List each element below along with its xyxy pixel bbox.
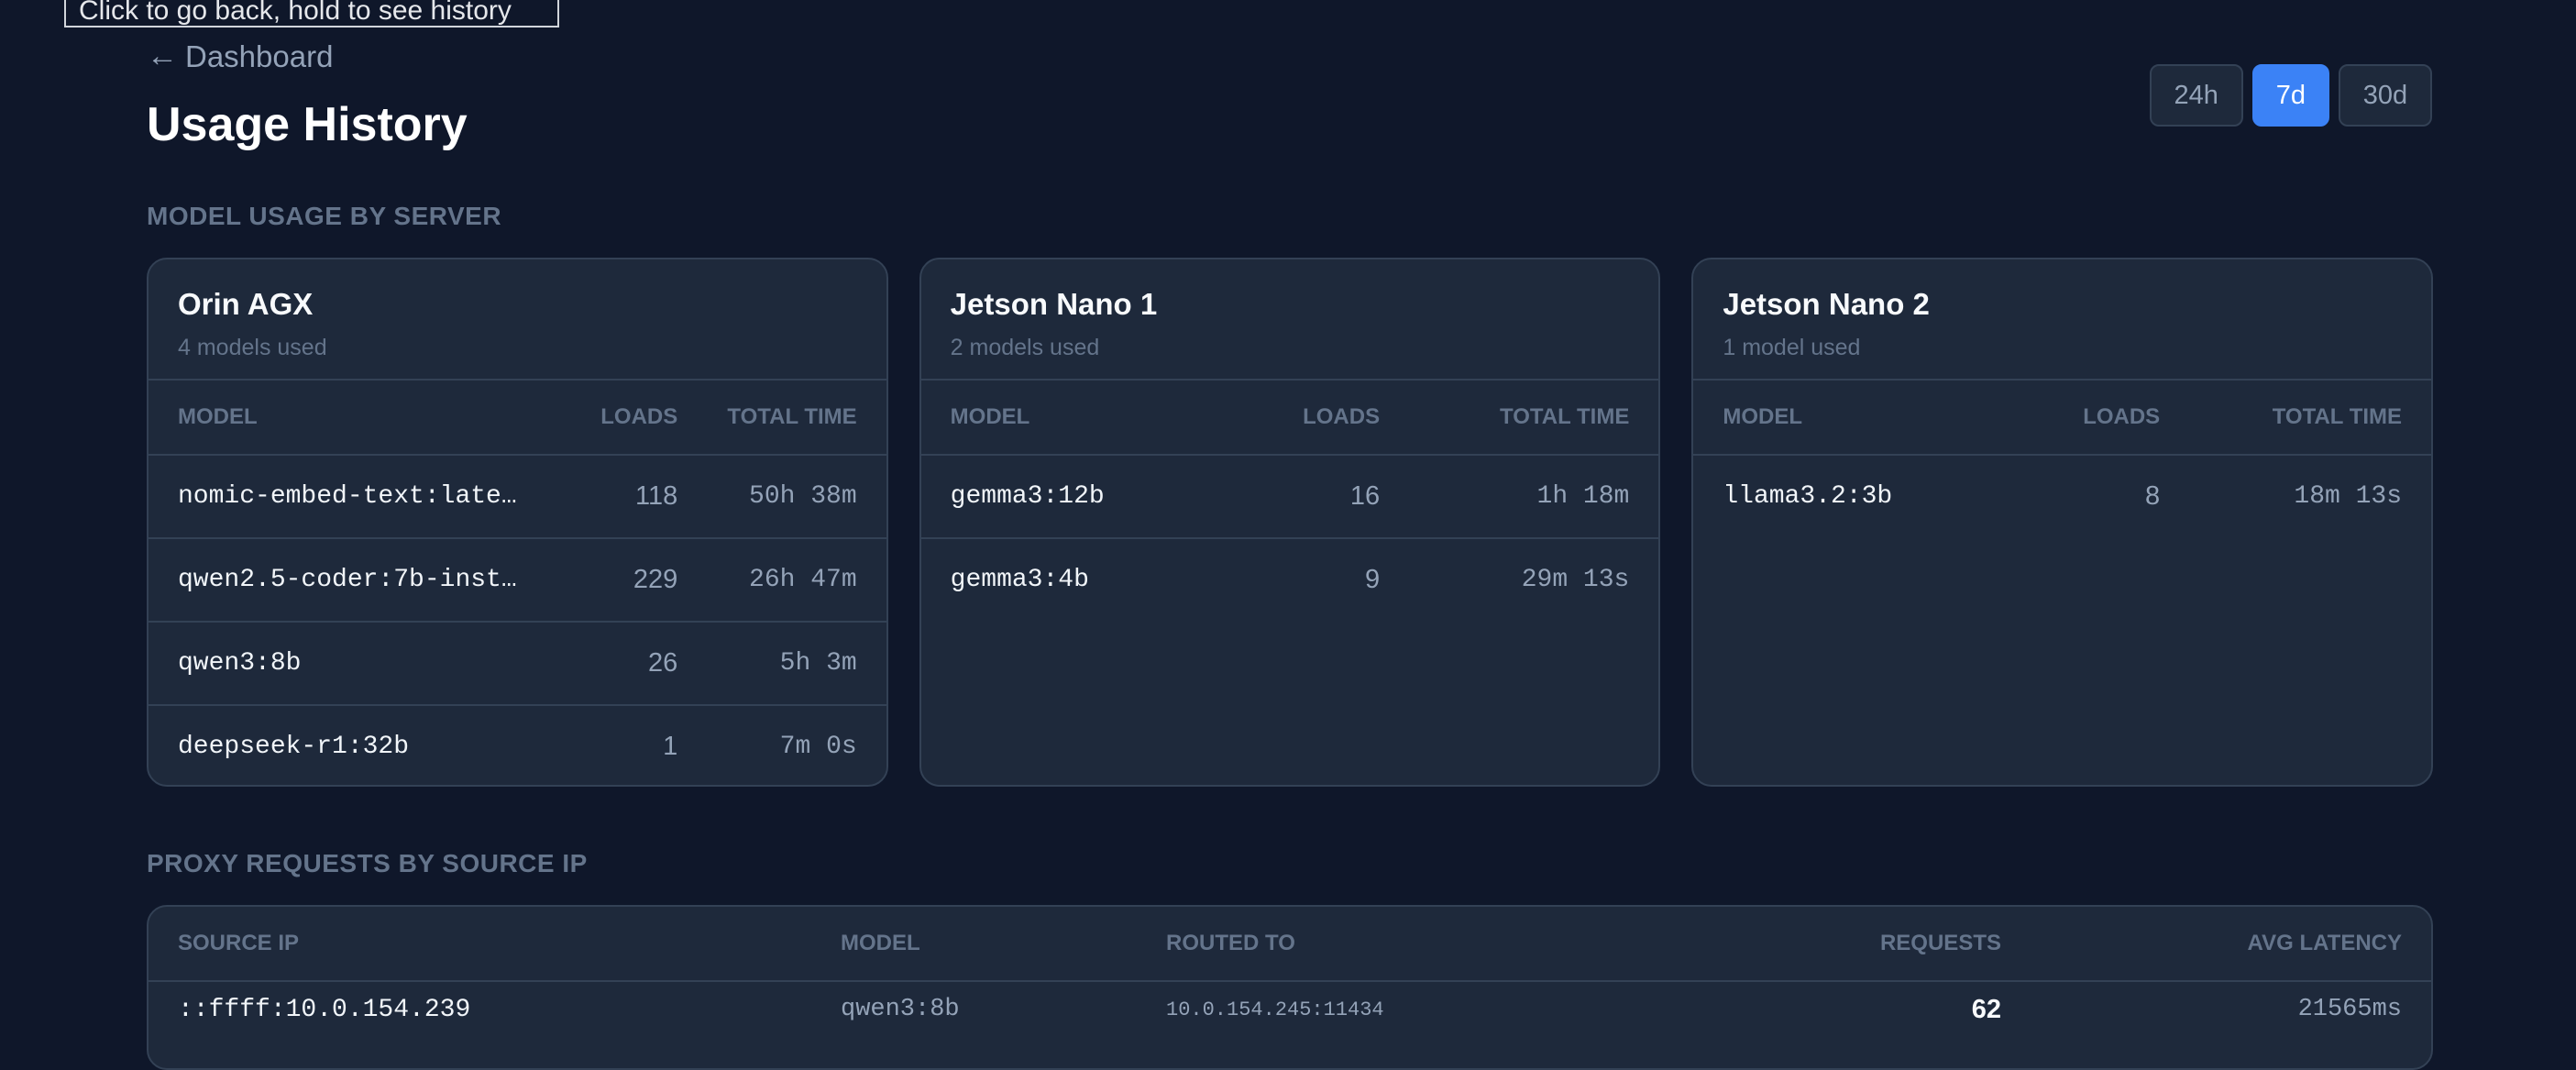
range-button-30d[interactable]: 30d — [2339, 64, 2432, 127]
model-name: llama3.2:3b — [1723, 482, 1893, 511]
proxy-requests-table: SOURCE IP MODEL ROUTED TO REQUESTS AVG L… — [149, 907, 2431, 1037]
server-card-jetson-nano-2: Jetson Nano 2 1 model used MODEL LOADS T… — [1691, 258, 2434, 787]
table-row: qwen3:8b 26 5h 3m — [149, 622, 886, 706]
table-header-row: MODEL LOADS TOTAL TIME — [920, 381, 1659, 456]
model-name: deepseek-r1:32b — [178, 733, 410, 761]
column-header-model: MODEL — [1693, 381, 2009, 456]
model-loads: 9 — [1364, 565, 1381, 594]
model-name: gemma3:12b — [920, 455, 1224, 539]
column-header-model: MODEL — [811, 907, 1137, 982]
table-row: deepseek-r1:32b 1 7m 0s — [149, 705, 886, 785]
model-loads: 26 — [565, 622, 689, 706]
column-header-loads: LOADS — [2009, 381, 2172, 456]
table-row: qwen2.5-coder:7b-inst… 229 26h 47m — [149, 538, 886, 623]
column-header-loads: LOADS — [565, 381, 689, 456]
model-loads: 1 — [663, 732, 678, 761]
arrow-left-icon: ← — [147, 39, 178, 73]
column-header-source-ip: SOURCE IP — [149, 907, 811, 982]
back-tooltip: Click to go back, hold to see history — [64, 0, 559, 28]
model-loads: 8 — [2145, 481, 2161, 511]
table-header-row: MODEL LOADS TOTAL TIME — [149, 381, 886, 456]
model-total-time: 26h 47m — [688, 538, 886, 623]
time-range-selector: 24h 7d 30d — [2149, 64, 2432, 127]
model-loads: 118 — [565, 455, 689, 539]
server-name: Jetson Nano 1 — [950, 287, 1158, 321]
model-total-time: 18m 13s — [2294, 482, 2403, 511]
column-header-total-time: TOTAL TIME — [2171, 381, 2432, 456]
model-name: nomic-embed-text:late… — [149, 455, 566, 539]
column-header-routed-to: ROUTED TO — [1137, 907, 1618, 982]
server-name: Jetson Nano 2 — [1723, 287, 1930, 321]
model-usage-section-label: MODEL USAGE BY SERVER — [147, 202, 502, 230]
table-row: ::ffff:10.0.154.239 qwen3:8b 10.0.154.24… — [149, 981, 2431, 1037]
card-header: Orin AGX 4 models used — [149, 259, 886, 381]
source-ip: ::ffff:10.0.154.239 — [178, 995, 471, 1024]
server-card-orin-agx: Orin AGX 4 models used MODEL LOADS TOTAL… — [147, 258, 888, 787]
table-header-row: SOURCE IP MODEL ROUTED TO REQUESTS AVG L… — [149, 907, 2431, 982]
table-header-row: MODEL LOADS TOTAL TIME — [1693, 381, 2432, 456]
server-cards: Orin AGX 4 models used MODEL LOADS TOTAL… — [147, 258, 2434, 787]
model-total-time: 29m 13s — [1521, 566, 1630, 594]
model-name: gemma3:4b — [950, 566, 1089, 594]
model-usage-table: MODEL LOADS TOTAL TIME llama3.2:3b 8 18m… — [1693, 381, 2432, 537]
server-models-count: 1 model used — [1723, 335, 1861, 360]
server-models-count: 4 models used — [178, 335, 327, 360]
model-loads: 229 — [565, 538, 689, 623]
back-link-label: Dashboard — [185, 39, 334, 73]
server-models-count: 2 models used — [950, 335, 1100, 360]
model-total-time: 5h 3m — [688, 622, 886, 706]
model-name: qwen2.5-coder:7b-inst… — [149, 538, 566, 623]
avg-latency: 21565ms — [2297, 996, 2402, 1023]
range-button-7d[interactable]: 7d — [2251, 64, 2329, 127]
range-button-24h[interactable]: 24h — [2149, 64, 2243, 127]
model-name: qwen3:8b — [149, 622, 566, 706]
proxy-requests-card: SOURCE IP MODEL ROUTED TO REQUESTS AVG L… — [147, 905, 2433, 1070]
proxy-requests-section-label: PROXY REQUESTS BY SOURCE IP — [147, 849, 588, 877]
model-total-time: 1h 18m — [1391, 455, 1659, 539]
column-header-model: MODEL — [920, 381, 1224, 456]
column-header-avg-latency: AVG LATENCY — [2031, 907, 2431, 982]
model-usage-table: MODEL LOADS TOTAL TIME nomic-embed-text:… — [149, 381, 886, 785]
proxy-model: qwen3:8b — [841, 996, 960, 1023]
model-total-time: 7m 0s — [779, 733, 857, 761]
column-header-total-time: TOTAL TIME — [688, 381, 886, 456]
model-usage-table: MODEL LOADS TOTAL TIME gemma3:12b 16 1h … — [920, 381, 1659, 621]
request-count: 62 — [1971, 994, 2001, 1024]
column-header-model: MODEL — [149, 381, 566, 456]
table-row: gemma3:4b 9 29m 13s — [921, 538, 1659, 621]
server-name: Orin AGX — [178, 287, 314, 321]
routed-to: 10.0.154.245:11434 — [1166, 998, 1384, 1021]
table-row: nomic-embed-text:late… 118 50h 38m — [149, 455, 886, 539]
card-header: Jetson Nano 2 1 model used — [1693, 259, 2432, 381]
table-row: llama3.2:3b 8 18m 13s — [1693, 455, 2431, 537]
server-card-jetson-nano-1: Jetson Nano 1 2 models used MODEL LOADS … — [919, 258, 1661, 787]
column-header-requests: REQUESTS — [1618, 907, 2031, 982]
page-title: Usage History — [147, 98, 468, 151]
table-row: gemma3:12b 16 1h 18m — [920, 455, 1659, 539]
column-header-loads: LOADS — [1223, 381, 1392, 456]
card-header: Jetson Nano 1 2 models used — [920, 259, 1659, 381]
model-total-time: 50h 38m — [688, 455, 886, 539]
back-to-dashboard-link[interactable]: ← Dashboard — [147, 39, 333, 74]
model-loads: 16 — [1223, 455, 1392, 539]
column-header-total-time: TOTAL TIME — [1391, 381, 1659, 456]
